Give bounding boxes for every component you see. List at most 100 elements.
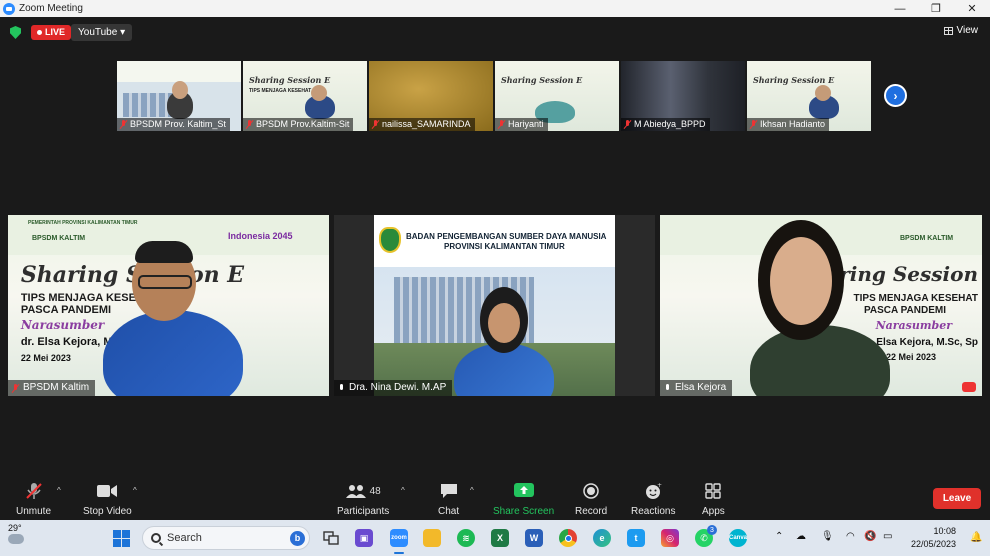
participant-name: Dra. Nina Dewi. M.AP [349,382,447,393]
tray-overflow-chevron-icon[interactable]: ⌃ [775,531,783,542]
participants-button[interactable]: 48 Participants [337,482,389,517]
unmute-button[interactable]: Unmute [16,482,51,517]
slide-header [374,215,615,267]
taskbar-search-box[interactable]: Search b [142,526,310,550]
word-icon[interactable]: W [525,529,543,547]
participant-thumbnail[interactable]: BPSDM Prov. Kaltim_St [117,61,241,131]
close-button[interactable]: ✕ [954,0,990,17]
share-screen-label: Share Screen [493,506,555,517]
chat-button[interactable]: Chat [438,482,459,517]
mic-muted-icon [25,482,43,500]
participant-thumbnail[interactable]: M Abiedya_BPPD [621,61,745,131]
participant-name-label: Hariyanti [495,118,548,131]
weather-widget[interactable]: 29° [8,523,24,544]
canva-icon[interactable]: Canva [729,529,747,547]
person-head [311,85,327,101]
glasses-icon [138,275,192,289]
participant-name: M Abiedya_BPPD [634,119,706,129]
participant-name: nailissa_SAMARINDA [382,119,471,129]
mic-muted-icon [750,120,757,129]
participants-options-caret[interactable]: ^ [401,486,405,495]
spotify-icon[interactable]: ≋ [457,529,475,547]
video-options-caret[interactable]: ^ [133,486,137,495]
battery-icon[interactable]: ▭ [883,531,892,542]
minimize-button[interactable]: — [882,0,918,17]
participant-name: BPSDM Prov.Kaltim-Sit [256,119,350,129]
window-title: Zoom Meeting [19,3,83,14]
unmute-label: Unmute [16,506,52,517]
person-head [172,81,188,99]
taskbar-clock[interactable]: 10:08 22/05/2023 [911,525,956,551]
wifi-icon[interactable]: ◠ [846,531,855,542]
notification-badge: 3 [707,525,717,535]
stream-target-dropdown[interactable]: YouTube ▾ [71,24,133,41]
reactions-button[interactable]: + Reactions [631,482,675,517]
folder-icon[interactable] [423,529,441,547]
apps-icon [705,482,722,500]
microphone-icon[interactable]: 🎙 [821,531,834,542]
audio-options-caret[interactable]: ^ [57,486,61,495]
reactions-label: Reactions [631,506,676,517]
participant-name-label: BPSDM Prov. Kaltim_St [117,118,230,131]
apps-label: Apps [702,506,725,517]
zoom-icon[interactable]: zoom [390,529,408,547]
shield-icon[interactable] [10,26,21,39]
slide-org: PEMERINTAH PROVINSI KALIMANTAN TIMUR [28,220,138,226]
onedrive-cloud-icon[interactable]: ☁ [796,531,806,542]
next-page-button[interactable]: › [884,84,907,107]
leave-button[interactable]: Leave [933,488,981,509]
participant-thumbnail[interactable]: nailissa_SAMARINDA [369,61,493,131]
slide-topic-2: PASCA PANDEMI [20,304,112,316]
stop-video-button[interactable]: Stop Video [83,482,132,517]
view-button[interactable]: View [943,25,978,36]
chrome-icon[interactable] [559,529,577,547]
person-hair [135,241,193,263]
participant-thumbnail[interactable]: Sharing Session E Ikhsan Hadianto [747,61,871,131]
instagram-icon[interactable]: ◎ [661,529,679,547]
chat-icon [440,482,458,500]
task-view-icon[interactable] [322,529,340,547]
share-screen-button[interactable]: Share Screen [493,482,554,517]
slide-speaker: dr. Elsa Kejora, M [20,336,113,348]
participant-thumbnail[interactable]: Sharing Session E TIPS MENJAGA KESEHAT B… [243,61,367,131]
meet-icon[interactable]: ▣ [355,529,373,547]
excel-icon[interactable]: X [491,529,509,547]
participant-name: Ikhsan Hadianto [760,119,826,129]
stop-video-label: Stop Video [83,506,132,517]
notifications-bell-icon[interactable]: 🔔 [970,532,982,543]
video-tile[interactable]: BADAN PENGEMBANGAN SUMBER DAYA MANUSIA P… [334,215,655,396]
government-emblem-icon [379,227,401,253]
svg-text:+: + [657,482,662,489]
mic-muted-icon [372,120,379,129]
cloud-icon [8,534,24,544]
edge-icon[interactable]: e [593,529,611,547]
mic-muted-icon [498,120,505,129]
apps-button[interactable]: Apps [702,482,725,517]
video-camera-icon [97,482,118,500]
live-badge[interactable]: LIVE [31,25,72,40]
person-face [770,237,832,325]
restore-button[interactable]: ❐ [918,0,954,17]
participant-name-label: Elsa Kejora [660,380,733,396]
windows-taskbar: 29° Search b ▣ zoom ≋ X W e t ◎ ✆ 3 Canv… [0,520,990,556]
twitter-icon[interactable]: t [627,529,645,547]
mic-muted-icon [246,120,253,129]
video-tile[interactable]: PEMERINTAH PROVINSI KALIMANTAN TIMUR BPS… [8,215,329,396]
clock-date: 22/05/2023 [910,539,956,549]
live-label: LIVE [45,27,66,37]
org-name-line-2: PROVINSI KALIMANTAN TIMUR [444,242,565,251]
chat-options-caret[interactable]: ^ [470,486,474,495]
record-button[interactable]: Record [575,482,607,517]
windows-start-icon[interactable] [113,530,130,547]
slide-topic-1: TIPS MENJAGA KESEHAT [853,293,978,304]
bing-icon[interactable]: b [290,530,305,546]
building-image [123,93,173,117]
window-controls: — ❐ ✕ [882,0,990,17]
volume-muted-icon[interactable]: 🔇 [864,531,876,542]
participant-name-label: BPSDM Kaltim [8,380,96,396]
participant-name: BPSDM Kaltim [23,382,90,393]
chat-label: Chat [438,506,460,517]
video-tile[interactable]: BPSDM KALTIM Sharing Session TIPS MENJAG… [660,215,982,396]
participant-thumbnail[interactable]: Sharing Session E Hariyanti [495,61,619,131]
participant-name: Hariyanti [508,119,544,129]
